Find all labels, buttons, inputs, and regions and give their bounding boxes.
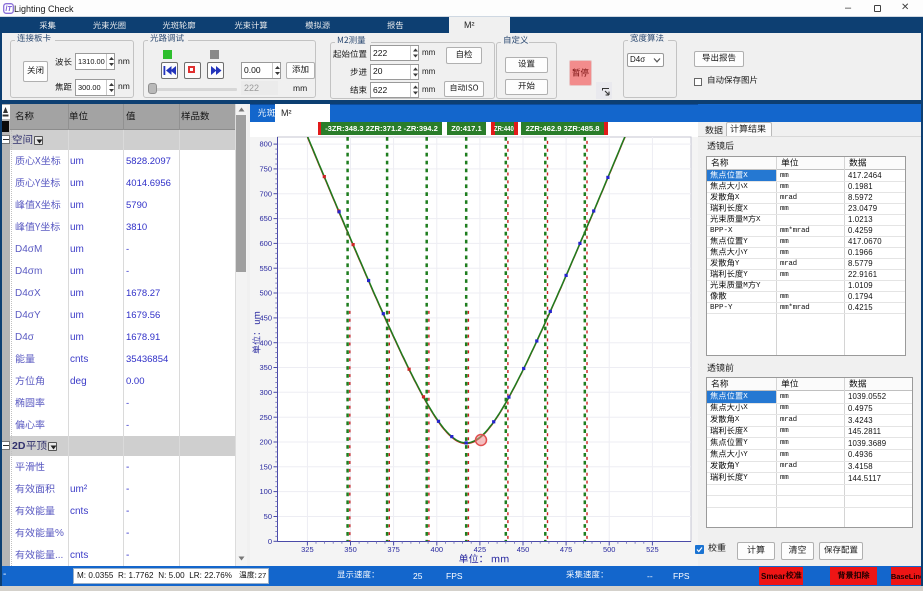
- svg-text:450: 450: [259, 314, 272, 323]
- svg-text:350: 350: [259, 363, 272, 372]
- svg-text:400: 400: [431, 545, 444, 554]
- svg-text:700: 700: [259, 189, 272, 198]
- svg-text:350: 350: [344, 545, 357, 554]
- svg-text:325: 325: [301, 545, 314, 554]
- svg-text:500: 500: [259, 289, 272, 298]
- svg-text:50: 50: [264, 512, 272, 521]
- svg-text:500: 500: [603, 545, 616, 554]
- svg-text:650: 650: [259, 214, 272, 223]
- svg-text:400: 400: [259, 338, 272, 347]
- svg-text:475: 475: [560, 545, 573, 554]
- svg-text:450: 450: [517, 545, 530, 554]
- svg-text:200: 200: [259, 438, 272, 447]
- svg-text:lT: lT: [5, 6, 12, 13]
- svg-text:300: 300: [259, 388, 272, 397]
- svg-text:375: 375: [387, 545, 400, 554]
- svg-text:250: 250: [259, 413, 272, 422]
- svg-text:600: 600: [259, 239, 272, 248]
- svg-text:100: 100: [259, 487, 272, 496]
- svg-text:750: 750: [259, 165, 272, 174]
- svg-text:525: 525: [646, 545, 659, 554]
- svg-text:0: 0: [268, 537, 272, 546]
- svg-text:425: 425: [474, 545, 487, 554]
- svg-text:150: 150: [259, 462, 272, 471]
- svg-text:800: 800: [259, 140, 272, 149]
- svg-text:550: 550: [259, 264, 272, 273]
